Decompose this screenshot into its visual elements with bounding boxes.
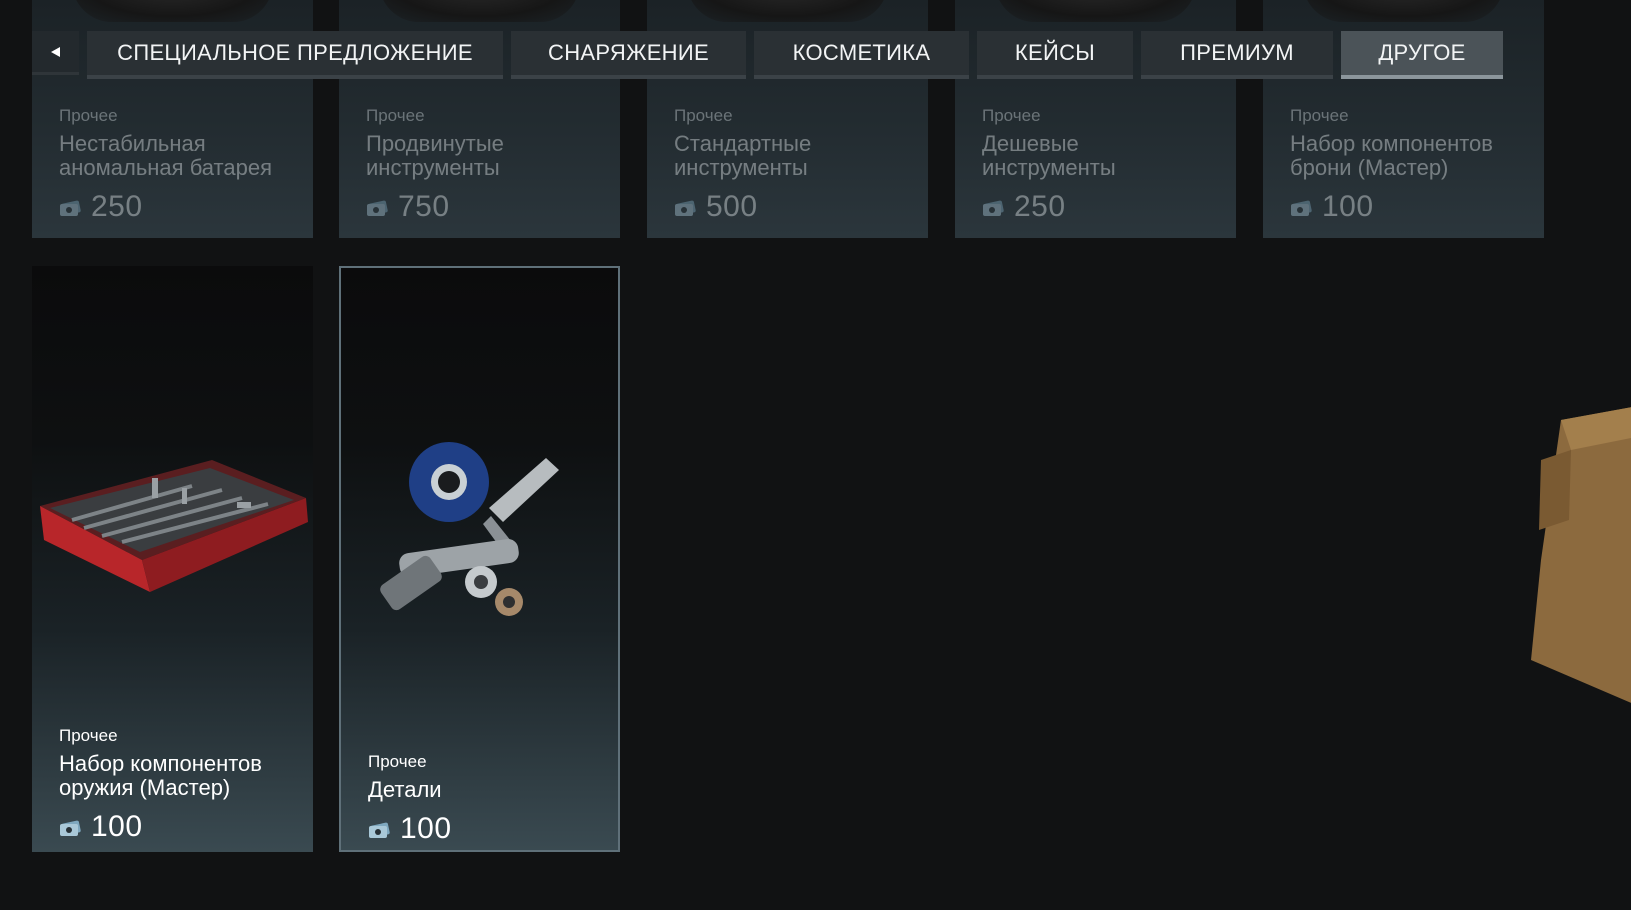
item-info: Прочее Стандартные инструменты 500 [674,106,916,224]
item-category: Прочее [982,106,1041,125]
item-name-line2: инструменты [982,155,1116,180]
tab-premium[interactable]: ПРЕМИУМ [1141,31,1333,79]
item-price: 750 [366,190,608,224]
item-name-line1: Продвинутые [366,131,504,156]
price-amount: 750 [398,190,450,223]
item-name-line1: Нестабильная [59,131,206,156]
price-amount: 100 [91,810,143,843]
shop-item-card[interactable]: Прочее Набор компонентов оружия (Мастер)… [32,266,313,852]
item-info: Прочее Набор компонентов брони (Мастер) … [1290,106,1532,224]
item-name-line2: аномальная батарея [59,155,272,180]
item-category: Прочее [59,726,118,745]
parts-and-tape-icon [341,418,618,748]
item-info: Прочее Детали 100 [368,752,606,846]
item-category: Прочее [1290,106,1349,125]
item-name-line2: инструменты [674,155,808,180]
coupons-icon [674,196,698,218]
category-tab-bar: СПЕЦИАЛЬНОЕ ПРЕДЛОЖЕНИЕ СНАРЯЖЕНИЕ КОСМЕ… [32,31,1503,79]
item-category: Прочее [59,106,118,125]
tab-special-offer[interactable]: СПЕЦИАЛЬНОЕ ПРЕДЛОЖЕНИЕ [87,31,503,79]
coupons-icon [59,196,83,218]
coupons-icon [59,816,83,838]
item-info: Прочее Продвинутые инструменты 750 [366,106,608,224]
tab-scroll-back-button[interactable] [32,31,79,75]
price-amount: 100 [400,812,452,845]
item-name-line1: Стандартные [674,131,812,156]
item-price: 100 [368,812,606,846]
item-name-line2: оружия (Мастер) [59,775,231,800]
price-amount: 250 [91,190,143,223]
item-name-line1: Набор компонентов [59,751,262,776]
item-category: Прочее [674,106,733,125]
red-toolbox-icon [32,416,313,746]
item-info: Прочее Нестабильная аномальная батарея 2… [59,106,301,224]
cardboard-box-preview [1531,400,1631,760]
item-info: Прочее Набор компонентов оружия (Мастер)… [59,726,301,844]
coupons-icon [366,196,390,218]
tab-cases[interactable]: КЕЙСЫ [977,31,1133,79]
item-price: 250 [59,190,301,224]
coupons-icon [1290,196,1314,218]
tab-cosmetics[interactable]: КОСМЕТИКА [754,31,969,79]
shop-screen: Прочее Нестабильная аномальная батарея 2… [0,0,1631,910]
triangle-left-icon [50,46,60,57]
shop-item-card-selected[interactable]: Прочее Детали 100 [339,266,620,852]
item-name-line1: Набор компонентов [1290,131,1493,156]
coupons-icon [982,196,1006,218]
item-category: Прочее [366,106,425,125]
item-info: Прочее Дешевые инструменты 250 [982,106,1224,224]
item-category: Прочее [368,752,427,771]
tab-other[interactable]: ДРУГОЕ [1341,31,1503,79]
coupons-icon [368,818,392,840]
price-amount: 100 [1322,190,1374,223]
item-price: 500 [674,190,916,224]
item-name-line2: инструменты [366,155,500,180]
item-price: 100 [59,810,301,844]
item-name-line1: Детали [368,777,442,802]
tab-equipment[interactable]: СНАРЯЖЕНИЕ [511,31,746,79]
item-price: 100 [1290,190,1532,224]
item-price: 250 [982,190,1224,224]
item-name-line2: брони (Мастер) [1290,155,1449,180]
price-amount: 250 [1014,190,1066,223]
price-amount: 500 [706,190,758,223]
item-name-line1: Дешевые [982,131,1079,156]
